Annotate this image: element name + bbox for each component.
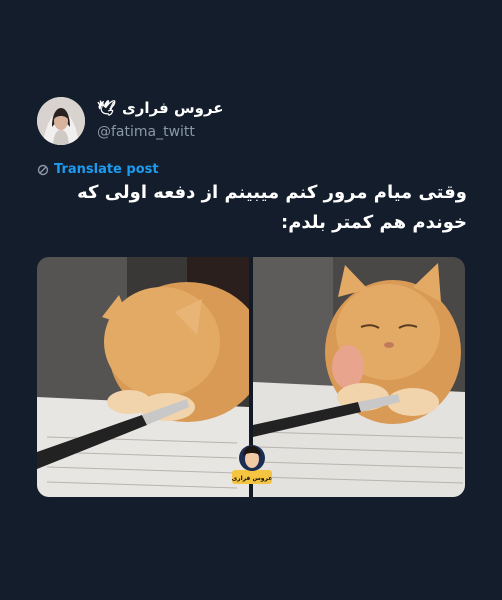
user-handle[interactable]: @fatima_twitt	[97, 124, 195, 140]
display-name[interactable]: 🕊 عروس فراری	[97, 99, 224, 117]
watermark-avatar-icon	[232, 445, 272, 484]
translate-globe-icon	[37, 164, 49, 175]
translate-post-link[interactable]: Translate post	[37, 162, 159, 177]
cat-photo-left[interactable]	[37, 257, 249, 497]
avatar-image	[37, 97, 85, 145]
dove-emoji-icon: 🕊	[97, 99, 117, 117]
avatar[interactable]	[37, 97, 85, 145]
tweet-text: وقتی میام مرور کنم میبینم از دفعه اولی ک…	[77, 182, 467, 233]
tweet-media[interactable]: عروس فراری	[37, 257, 465, 497]
translate-post-label: Translate post	[54, 162, 159, 177]
display-name-text: عروس فراری	[122, 99, 224, 117]
watermark-logo: عروس فراری	[230, 440, 274, 492]
cat-photo-right[interactable]	[253, 257, 465, 497]
watermark-label: عروس فراری	[231, 475, 273, 482]
